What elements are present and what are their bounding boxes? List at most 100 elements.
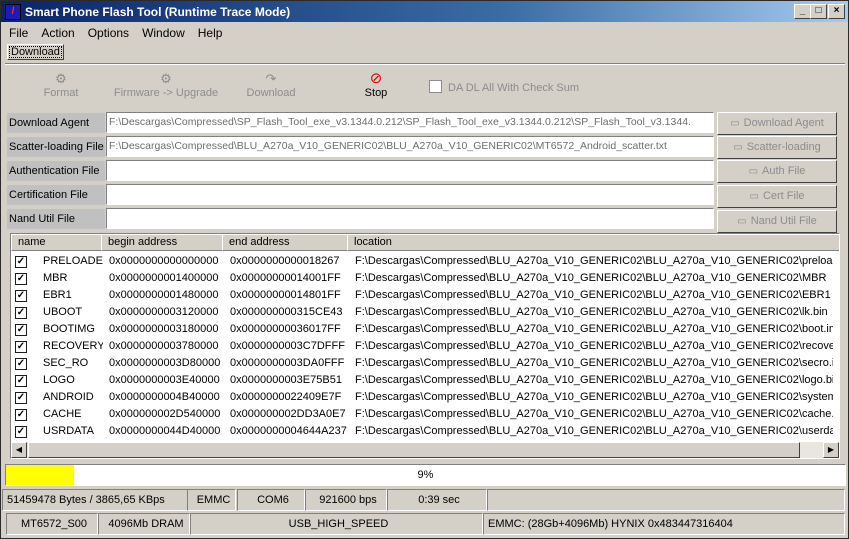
minimize-button[interactable]: _ — [794, 4, 811, 19]
cell-name: BOOTIMG — [43, 323, 95, 335]
cell-begin: 0x0000000044D40000 — [109, 425, 221, 437]
column-header-begin[interactable]: begin address — [101, 234, 223, 251]
firmware-upgrade-button[interactable]: ⚙ Firmware -> Upgrade — [113, 71, 219, 99]
scatter-field[interactable]: F:\Descargas\Compressed\BLU_A270a_V10_GE… — [106, 136, 714, 157]
cert-file-button[interactable]: ▭ Cert File — [717, 185, 837, 208]
cell-begin: 0x0000000003180000 — [109, 323, 219, 335]
nand-field[interactable] — [106, 208, 714, 229]
tab-download[interactable]: Download — [7, 44, 64, 60]
scatter-button[interactable]: ▭ Scatter-loading — [717, 136, 837, 159]
menu-bar: File Action Options Window Help — [1, 23, 848, 42]
table-row[interactable]: ✓ SEC_RO 0x0000000003D80000 0x0000000003DA0… — [11, 355, 839, 372]
row-checkbox[interactable]: ✓ — [15, 256, 27, 268]
table-row[interactable]: ✓ ANDROID 0x0000000004B40000 0x000000002240… — [11, 389, 839, 406]
cell-name: MBR — [43, 272, 68, 284]
stop-button[interactable]: ⊘ Stop — [359, 71, 393, 100]
cell-begin: 0x0000000001400000 — [109, 272, 219, 284]
nand-util-button-label: Nand Util File — [750, 215, 817, 227]
status-chip: MT6572_S00 — [6, 513, 98, 535]
status-time: 0:39 sec — [387, 489, 487, 511]
row-checkbox[interactable]: ✓ — [15, 290, 27, 302]
table-row[interactable]: ✓ MBR 0x0000000001400000 0x00000000014001FF… — [11, 270, 839, 287]
cell-name: USRDATA — [43, 425, 94, 437]
cell-end: 0x0000000022409E7F — [230, 391, 342, 403]
row-checkbox[interactable]: ✓ — [15, 307, 27, 319]
format-button[interactable]: ⚙ Format — [41, 71, 81, 99]
cell-location: F:\Descargas\Compressed\BLU_A270a_V10_GE… — [355, 306, 828, 318]
menu-window[interactable]: Window — [134, 23, 190, 40]
cert-field[interactable] — [106, 184, 714, 205]
scatter-label: Scatter-loading File — [7, 137, 105, 157]
da-checksum-label: DA DL All With Check Sum — [448, 82, 580, 94]
table-row[interactable]: ✓ EBR1 0x0000000001480000 0x00000000014801F… — [11, 287, 839, 304]
auth-file-button-label: Auth File — [762, 165, 806, 177]
nand-util-button[interactable]: ▭ Nand Util File — [717, 210, 837, 233]
table-row[interactable]: ✓ CACHE 0x000000002D540000 0x000000002DD3A0… — [11, 406, 839, 423]
horizontal-scrollbar[interactable]: ◀ ▶ — [11, 442, 839, 458]
cell-location: F:\Descargas\Compressed\BLU_A270a_V10_GE… — [355, 357, 833, 369]
maximize-button[interactable]: □ — [810, 4, 827, 19]
cell-end: 0x00000000014801FF — [230, 289, 341, 301]
download-agent-field[interactable]: F:\Descargas\Compressed\SP_Flash_Tool_ex… — [106, 112, 714, 133]
row-checkbox[interactable]: ✓ — [15, 341, 27, 353]
table-row[interactable]: ✓ USRDATA 0x0000000044D40000 0x000000000464… — [11, 423, 839, 440]
cell-name: LOGO — [43, 374, 75, 386]
cell-location: F:\Descargas\Compressed\BLU_A270a_V10_GE… — [355, 391, 833, 403]
cell-begin: 0x0000000000000000 — [109, 255, 219, 267]
cell-location: F:\Descargas\Compressed\BLU_A270a_V10_GE… — [355, 255, 833, 267]
scroll-left-icon[interactable]: ◀ — [11, 442, 27, 458]
download-agent-label: Download Agent — [7, 113, 105, 133]
column-header-name[interactable]: name — [11, 234, 102, 251]
cell-location: F:\Descargas\Compressed\BLU_A270a_V10_GE… — [355, 408, 833, 420]
row-checkbox[interactable]: ✓ — [15, 273, 27, 285]
scroll-right-icon[interactable]: ▶ — [823, 442, 839, 458]
toolbar: ⚙ Format ⚙ Firmware -> Upgrade ↷ Downloa… — [1, 67, 848, 107]
row-checkbox[interactable]: ✓ — [15, 375, 27, 387]
folder-icon: ▭ — [748, 166, 759, 177]
cell-name: CACHE — [43, 408, 82, 420]
cell-name: PRELOADER — [43, 255, 103, 267]
table-row[interactable]: ✓ PRELOADER 0x0000000000000000 0x0000000000… — [11, 253, 839, 270]
menu-help[interactable]: Help — [190, 23, 228, 40]
status-usb: USB_HIGH_SPEED — [190, 513, 483, 535]
cell-begin: 0x0000000003D80000 — [109, 357, 221, 369]
auth-field[interactable] — [106, 160, 714, 181]
column-header-location[interactable]: location — [347, 234, 839, 251]
scatter-button-label: Scatter-loading — [746, 141, 821, 153]
window-title: Smart Phone Flash Tool (Runtime Trace Mo… — [25, 5, 291, 19]
table-row[interactable]: ✓ UBOOT 0x0000000003120000 0x000000000315CE… — [11, 304, 839, 321]
download-agent-button-label: Download Agent — [743, 117, 824, 129]
cell-location: F:\Descargas\Compressed\BLU_A270a_V10_GE… — [355, 323, 833, 335]
cell-name: ANDROID — [43, 391, 94, 403]
row-checkbox[interactable]: ✓ — [15, 324, 27, 336]
column-header-end[interactable]: end address — [222, 234, 348, 251]
tab-divider — [5, 63, 845, 65]
row-checkbox[interactable]: ✓ — [15, 358, 27, 370]
menu-options[interactable]: Options — [80, 23, 134, 40]
row-checkbox[interactable]: ✓ — [15, 392, 27, 404]
download-button[interactable]: ↷ Download — [244, 71, 298, 99]
row-checkbox[interactable]: ✓ — [15, 409, 27, 421]
cell-begin: 0x0000000003780000 — [109, 340, 219, 352]
table-row[interactable]: ✓ RECOVERY 0x0000000003780000 0x0000000003C… — [11, 338, 839, 355]
title-bar[interactable]: / Smart Phone Flash Tool (Runtime Trace … — [1, 1, 848, 22]
table-row[interactable]: ✓ BOOTIMG 0x0000000003180000 0x000000000360… — [11, 321, 839, 338]
download-agent-button[interactable]: ▭ Download Agent — [717, 112, 837, 135]
menu-action[interactable]: Action — [33, 23, 79, 40]
cell-end: 0x0000000000018267 — [230, 255, 340, 267]
partition-table: name begin address end address location … — [10, 233, 840, 459]
scroll-thumb[interactable] — [28, 442, 800, 458]
progress-percent: 9% — [417, 469, 434, 481]
auth-file-button[interactable]: ▭ Auth File — [717, 160, 837, 183]
close-button[interactable]: × — [828, 4, 845, 19]
da-checksum-checkbox[interactable]: DA DL All With Check Sum — [429, 80, 579, 94]
cell-name: EBR1 — [43, 289, 72, 301]
folder-icon: ▭ — [737, 216, 747, 227]
cell-location: F:\Descargas\Compressed\BLU_A270a_V10_GE… — [355, 272, 827, 284]
auth-label: Authentication File — [7, 161, 105, 181]
cell-location: F:\Descargas\Compressed\BLU_A270a_V10_GE… — [355, 374, 833, 386]
cell-location: F:\Descargas\Compressed\BLU_A270a_V10_GE… — [355, 425, 833, 437]
menu-file[interactable]: File — [1, 23, 33, 40]
table-row[interactable]: ✓ LOGO 0x0000000003E40000 0x0000000003E75B5… — [11, 372, 839, 389]
row-checkbox[interactable]: ✓ — [15, 426, 27, 438]
